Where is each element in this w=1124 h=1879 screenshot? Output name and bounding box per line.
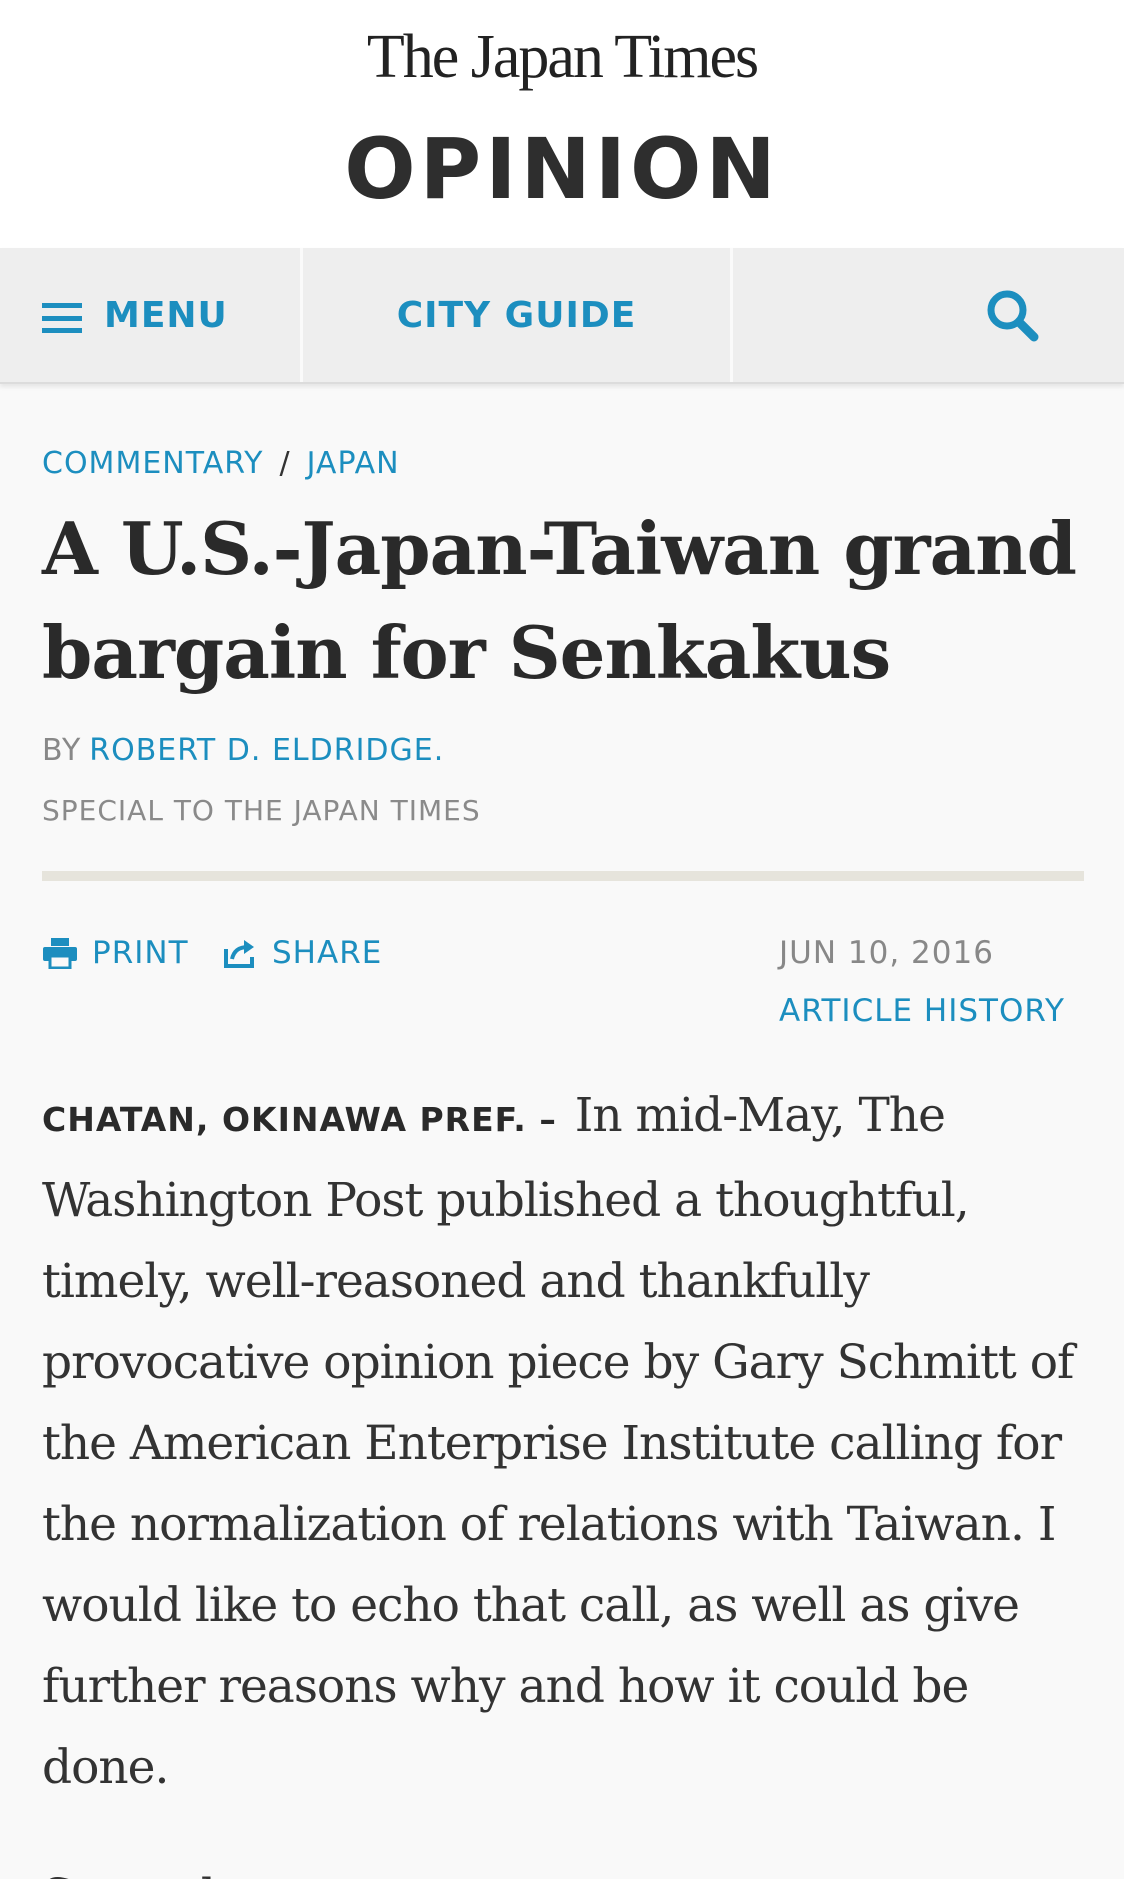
printer-icon	[43, 938, 77, 969]
article-headline: A U.S.-Japan-Taiwan grand bargain for Se…	[42, 506, 1077, 695]
author-credit: SPECIAL TO THE JAPAN TIMES	[42, 794, 481, 827]
lead-text: In mid-May, The Washington Post publishe…	[42, 1088, 1074, 1795]
lead-paragraph: CHATAN, OKINAWA PREF. – In mid-May, The …	[42, 1075, 1084, 1808]
breadcrumb-japan[interactable]: JAPAN	[307, 446, 400, 481]
divider	[42, 871, 1084, 881]
next-paragraph: Several...	[42, 1856, 1084, 1879]
hamburger-icon	[42, 303, 82, 333]
byline: BY ROBERT D. ELDRIDGE.	[42, 733, 1084, 768]
breadcrumb-commentary[interactable]: COMMENTARY	[42, 446, 264, 481]
byline-prefix: BY	[42, 733, 82, 768]
article: COMMENTARY / JAPAN A U.S.-Japan-Taiwan gra…	[42, 384, 1084, 1879]
print-button[interactable]: PRINT	[42, 935, 189, 971]
dateline: CHATAN, OKINAWA PREF. –	[42, 1100, 557, 1139]
section-title: OPINION	[344, 120, 780, 218]
search-button[interactable]	[733, 248, 1124, 382]
article-body: CHATAN, OKINAWA PREF. – In mid-May, The …	[42, 1075, 1084, 1879]
search-icon	[987, 290, 1039, 342]
menu-button[interactable]: MENU	[0, 248, 303, 382]
publish-date: JUN 10, 2016	[779, 935, 994, 971]
breadcrumb-separator: /	[279, 446, 291, 481]
site-header: The Japan Times OPINION	[0, 0, 1124, 248]
breadcrumb: COMMENTARY / JAPAN	[42, 446, 1084, 481]
article-history-link[interactable]: ARTICLE HISTORY	[779, 993, 1065, 1029]
city-guide-link[interactable]: CITY GUIDE	[303, 248, 733, 382]
menu-label: MENU	[104, 294, 228, 336]
article-tools: PRINT SHARE JUN 10, 2016 ARTICLE HISTORY	[42, 935, 1084, 1035]
site-logo[interactable]: The Japan Times	[0, 22, 1124, 93]
print-label: PRINT	[92, 935, 189, 971]
author-link[interactable]: ROBERT D. ELDRIDGE.	[89, 733, 444, 768]
share-label: SHARE	[272, 935, 383, 971]
share-icon	[224, 940, 254, 968]
top-navbar: MENU CITY GUIDE	[0, 248, 1124, 384]
share-button[interactable]: SHARE	[222, 935, 382, 971]
